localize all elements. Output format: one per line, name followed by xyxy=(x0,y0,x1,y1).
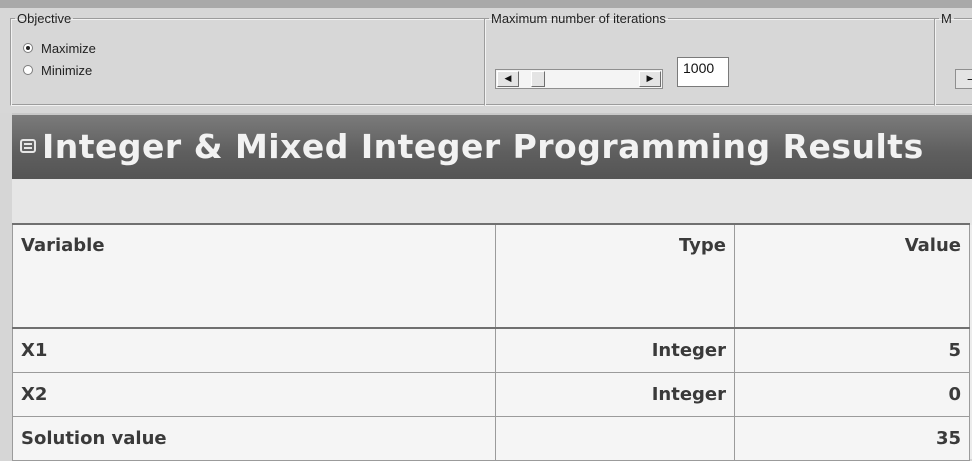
maximize-radio[interactable] xyxy=(23,43,33,53)
iterations-scrollbar[interactable]: ◀ ▶ xyxy=(495,69,663,89)
results-title: Integer & Mixed Integer Programming Resu… xyxy=(42,127,924,166)
cell-variable: Solution value xyxy=(12,416,496,461)
cell-type xyxy=(495,416,735,461)
results-table: Variable Type Value X1 Integer 5 X2 Inte… xyxy=(12,223,970,461)
minimize-label: Minimize xyxy=(41,62,93,78)
maximize-option[interactable]: Maximize xyxy=(23,39,96,57)
options-panel: Objective Maximize Minimize Maximum numb… xyxy=(0,0,972,113)
maximize-label: Maximize xyxy=(41,40,96,56)
column-header-type: Type xyxy=(495,223,735,329)
cell-value: 5 xyxy=(734,327,970,373)
results-header: Integer & Mixed Integer Programming Resu… xyxy=(12,113,972,179)
arrow-right-icon: ▶ xyxy=(646,74,654,84)
partial-legend: M xyxy=(941,11,952,26)
window-icon xyxy=(20,139,36,153)
cell-type: Integer xyxy=(495,372,735,417)
table-row: Solution value 35 xyxy=(12,416,970,461)
table-header-row: Variable Type Value xyxy=(12,223,970,329)
partial-group: M – xyxy=(934,12,972,106)
table-row: X2 Integer 0 xyxy=(12,372,970,417)
objective-group: Objective Maximize Minimize xyxy=(10,12,486,106)
column-header-variable: Variable xyxy=(12,223,496,329)
scroll-left-button[interactable]: ◀ xyxy=(497,71,519,87)
results-spacer xyxy=(12,179,972,225)
cell-value: 35 xyxy=(734,416,970,461)
iterations-legend: Maximum number of iterations xyxy=(491,11,666,26)
partial-button[interactable]: – xyxy=(955,69,972,89)
objective-legend: Objective xyxy=(17,11,72,26)
window-edge xyxy=(0,0,972,8)
arrow-left-icon: ◀ xyxy=(504,74,512,84)
column-header-value: Value xyxy=(734,223,970,329)
iterations-group: Maximum number of iterations ◀ ▶ 1000 xyxy=(484,12,936,106)
cell-variable: X1 xyxy=(12,327,496,373)
table-row: X1 Integer 5 xyxy=(12,327,970,373)
cell-type: Integer xyxy=(495,327,735,373)
minimize-radio[interactable] xyxy=(23,65,33,75)
iterations-input[interactable]: 1000 xyxy=(677,57,729,87)
scroll-right-button[interactable]: ▶ xyxy=(639,71,661,87)
results-panel: Integer & Mixed Integer Programming Resu… xyxy=(12,113,972,461)
cell-variable: X2 xyxy=(12,372,496,417)
minimize-option[interactable]: Minimize xyxy=(23,61,92,79)
scroll-thumb[interactable] xyxy=(531,71,545,87)
cell-value: 0 xyxy=(734,372,970,417)
